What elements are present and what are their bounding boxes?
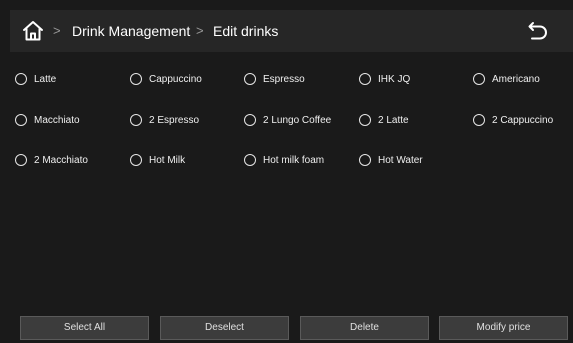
drink-option-2-lungo-coffee[interactable]: 2 Lungo Coffee — [244, 110, 331, 130]
radio-button[interactable] — [359, 154, 371, 166]
breadcrumb-separator: > — [53, 23, 61, 38]
radio-button[interactable] — [244, 154, 256, 166]
radio-button[interactable] — [15, 154, 27, 166]
radio-button[interactable] — [244, 73, 256, 85]
page-title: Edit drinks — [213, 23, 279, 39]
drink-label: Americano — [492, 73, 540, 85]
drink-option-americano[interactable]: Americano — [473, 69, 540, 89]
radio-button[interactable] — [473, 114, 485, 126]
radio-button[interactable] — [130, 154, 142, 166]
drink-label: 2 Latte — [378, 114, 409, 126]
breadcrumb-drink-management[interactable]: Drink Management — [72, 10, 190, 52]
drink-option-hot-milk[interactable]: Hot Milk — [130, 150, 185, 170]
drink-option-macchiato[interactable]: Macchiato — [15, 110, 80, 130]
drink-option-ihk-jq[interactable]: IHK JQ — [359, 69, 410, 89]
drink-label: 2 Espresso — [149, 114, 200, 126]
action-bar: Select All Deselect Delete Modify price — [10, 316, 573, 340]
drink-label: 2 Macchiato — [34, 154, 88, 166]
drink-option-hot-milk-foam[interactable]: Hot milk foam — [244, 150, 324, 170]
modify-price-button[interactable]: Modify price — [439, 316, 568, 340]
back-arrow-icon[interactable] — [527, 20, 549, 42]
radio-button[interactable] — [130, 114, 142, 126]
radio-button[interactable] — [15, 73, 27, 85]
select-all-button[interactable]: Select All — [20, 316, 149, 340]
drink-option-2-macchiato[interactable]: 2 Macchiato — [15, 150, 88, 170]
drink-label: 2 Cappuccino — [492, 114, 554, 126]
radio-button[interactable] — [359, 114, 371, 126]
drink-option-2-cappuccino[interactable]: 2 Cappuccino — [473, 110, 553, 130]
drink-option-2-espresso[interactable]: 2 Espresso — [130, 110, 199, 130]
drink-option-cappuccino[interactable]: Cappuccino — [130, 69, 202, 89]
drink-label: Latte — [34, 73, 57, 85]
delete-button[interactable]: Delete — [300, 316, 429, 340]
drink-option-hot-water[interactable]: Hot Water — [359, 150, 423, 170]
drink-option-latte[interactable]: Latte — [15, 69, 56, 89]
drink-label: Cappuccino — [149, 73, 202, 85]
drink-label: Hot Water — [378, 154, 423, 166]
drink-label: 2 Lungo Coffee — [263, 114, 332, 126]
deselect-button[interactable]: Deselect — [160, 316, 289, 340]
radio-button[interactable] — [15, 114, 27, 126]
drink-list: Latte Cappuccino Espresso IHK JQ America… — [10, 52, 573, 312]
drink-option-2-latte[interactable]: 2 Latte — [359, 110, 409, 130]
edit-drinks-screen: > Drink Management > Edit drinks Latte C… — [0, 0, 573, 343]
radio-button[interactable] — [244, 114, 256, 126]
drink-label: Hot Milk — [149, 154, 186, 166]
drink-label: IHK JQ — [378, 73, 411, 85]
drink-label: Macchiato — [34, 114, 80, 126]
drink-label: Espresso — [263, 73, 305, 85]
radio-button[interactable] — [473, 73, 485, 85]
drink-option-espresso[interactable]: Espresso — [244, 69, 305, 89]
radio-button[interactable] — [359, 73, 371, 85]
drink-label: Hot milk foam — [263, 154, 325, 166]
breadcrumb-separator: > — [196, 23, 204, 38]
home-icon[interactable] — [21, 19, 45, 43]
radio-button[interactable] — [130, 73, 142, 85]
top-bar: > Drink Management > Edit drinks — [10, 10, 573, 52]
